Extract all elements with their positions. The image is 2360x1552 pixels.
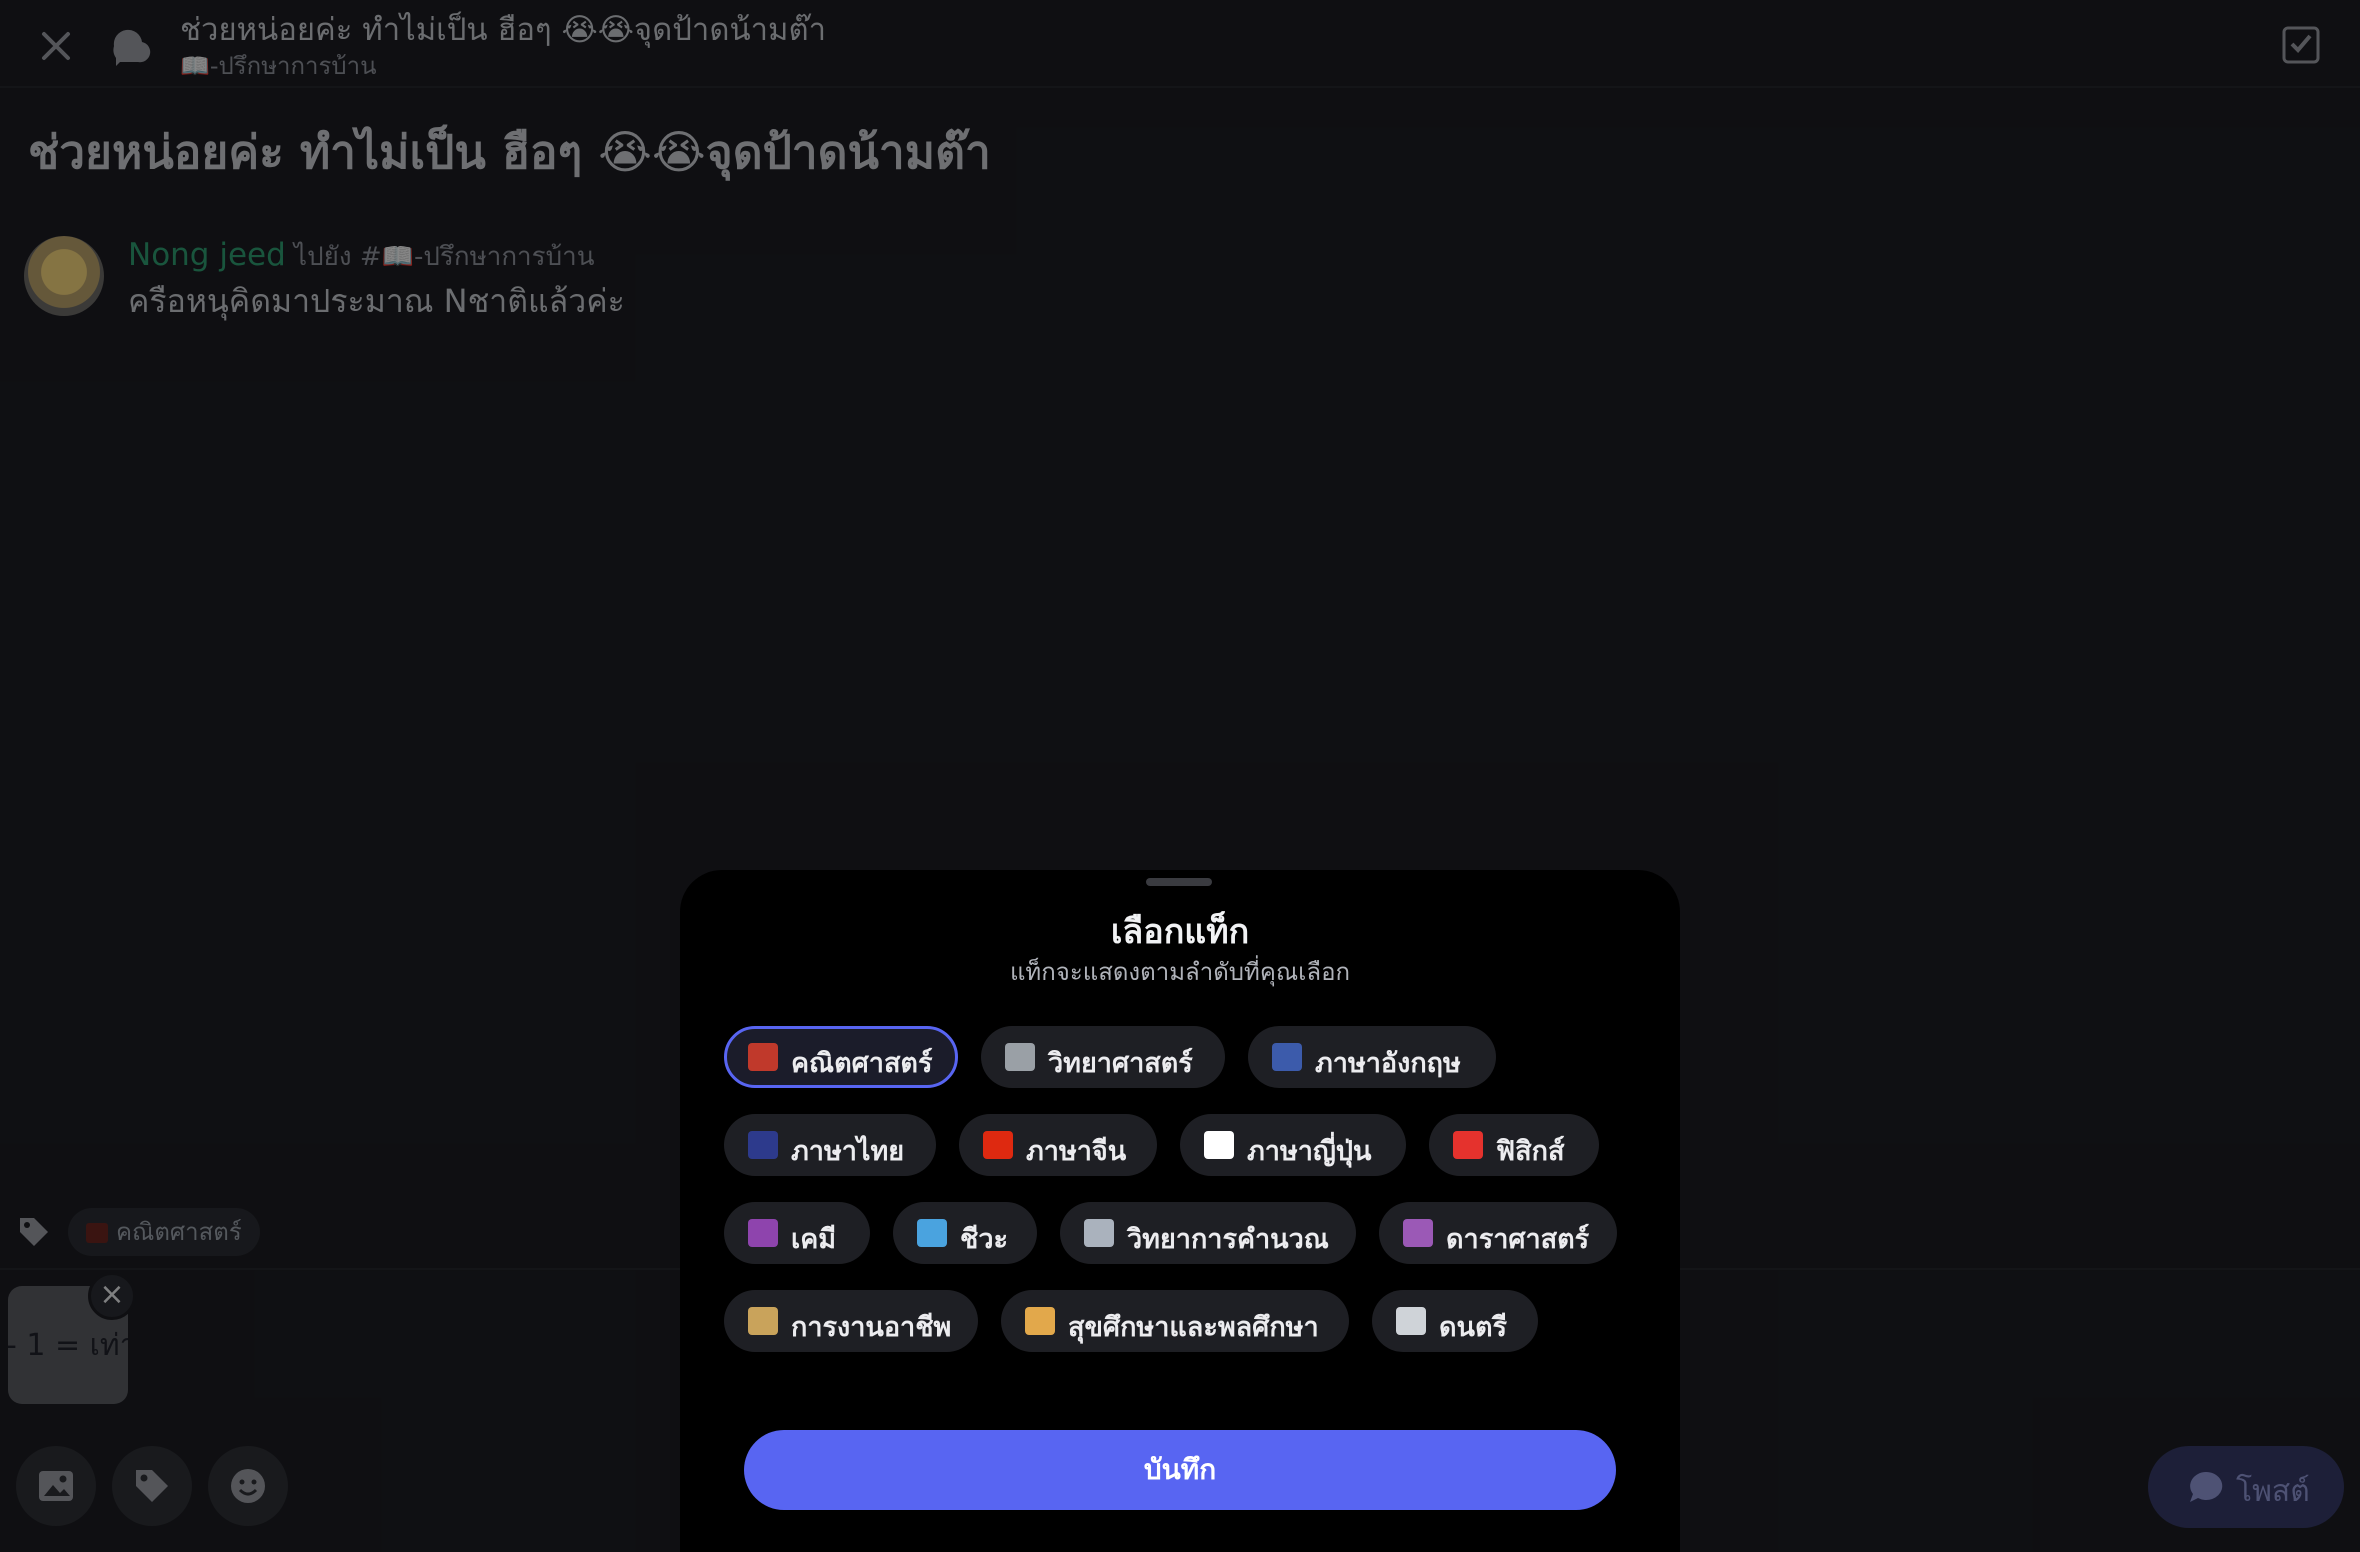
tag-chip[interactable]: ดาราศาสตร์ bbox=[1379, 1202, 1617, 1264]
tag-chip[interactable]: คณิตศาสตร์ bbox=[724, 1026, 958, 1088]
tag-chip[interactable]: ดนตรี bbox=[1372, 1290, 1538, 1352]
save-button[interactable]: บันทึก bbox=[744, 1430, 1616, 1510]
sheet-subtitle: แท็กจะแสดงตามลำดับที่คุณเลือก bbox=[1009, 958, 1351, 986]
dna-icon bbox=[917, 1219, 947, 1247]
crystal-ball-icon bbox=[1403, 1219, 1433, 1247]
tag-chip[interactable]: ฟิสิกส์ bbox=[1429, 1114, 1599, 1176]
sheet-drag-handle[interactable] bbox=[1146, 878, 1212, 886]
apple-icon bbox=[1453, 1131, 1483, 1159]
music-note-icon bbox=[1396, 1307, 1426, 1335]
atom-icon bbox=[748, 1219, 778, 1247]
us-flag-icon bbox=[1272, 1043, 1302, 1071]
cartwheel-icon bbox=[1025, 1307, 1055, 1335]
japan-flag-icon bbox=[1204, 1131, 1234, 1159]
thai-flag-icon bbox=[748, 1131, 778, 1159]
computer-icon bbox=[1084, 1219, 1114, 1247]
tag-picker-sheet: เลือกแท็ก แท็กจะแสดงตามลำดับที่คุณเลือก … bbox=[680, 870, 1680, 1552]
tag-chip[interactable]: ภาษาอังกฤษ bbox=[1248, 1026, 1496, 1088]
china-flag-icon bbox=[983, 1131, 1013, 1159]
tag-chip[interactable]: สุขศึกษาและพลศึกษา bbox=[1001, 1290, 1349, 1352]
tag-chip[interactable]: วิทยาศาสตร์ bbox=[981, 1026, 1225, 1088]
tag-chip[interactable]: ภาษาไทย bbox=[724, 1114, 936, 1176]
tag-chip[interactable]: วิทยาการคำนวณ bbox=[1060, 1202, 1356, 1264]
tag-chip[interactable]: ภาษาญี่ปุ่น bbox=[1180, 1114, 1406, 1176]
tag-chip[interactable]: เคมี bbox=[724, 1202, 870, 1264]
broom-icon bbox=[748, 1307, 778, 1335]
tag-chip[interactable]: ภาษาจีน bbox=[959, 1114, 1157, 1176]
tag-chip[interactable]: การงานอาชีพ bbox=[724, 1290, 978, 1352]
abacus-icon bbox=[748, 1043, 778, 1071]
sheet-title: เลือกแท็ก bbox=[1110, 912, 1250, 952]
telescope-icon bbox=[1005, 1043, 1035, 1071]
tag-chip[interactable]: ชีวะ bbox=[893, 1202, 1037, 1264]
